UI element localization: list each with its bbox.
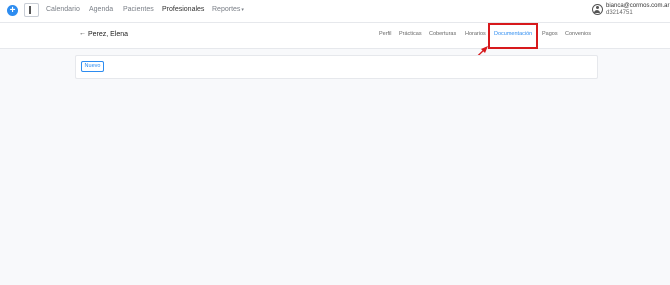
nav-item-reportes-label: Reportes [212, 6, 241, 13]
chevron-down-icon: ▾ [241, 7, 244, 13]
annotation-highlight-box [488, 23, 538, 49]
top-navigation-bar: + Calendario Agenda Pacientes Profesiona… [0, 0, 670, 23]
sidebar-toggle-bar [29, 6, 31, 14]
nav-item-reportes[interactable]: Reportes▾ [212, 5, 244, 15]
user-email: bianca@cormos.com.ar [606, 3, 670, 9]
tab-horarios[interactable]: Horarios [465, 31, 486, 37]
tab-perfil[interactable]: Perfil [379, 31, 392, 37]
user-avatar-icon[interactable] [592, 4, 603, 15]
professional-name: Perez, Elena [88, 31, 129, 38]
tab-practicas[interactable]: Prácticas [399, 31, 422, 37]
sidebar-toggle-icon[interactable] [24, 3, 39, 17]
add-button[interactable]: + [7, 5, 18, 16]
tab-pagos[interactable]: Pagos [542, 31, 558, 37]
tab-convenios[interactable]: Convenios [565, 31, 591, 37]
new-document-button[interactable]: Nuevo [81, 61, 104, 72]
nav-item-profesionales[interactable]: Profesionales [162, 5, 204, 15]
nav-item-calendario[interactable]: Calendario [46, 5, 80, 15]
user-id: d3214751 [606, 10, 633, 16]
documentation-card [75, 55, 598, 79]
nav-item-pacientes[interactable]: Pacientes [123, 5, 154, 15]
nav-item-agenda[interactable]: Agenda [89, 5, 113, 15]
tab-coberturas[interactable]: Coberturas [429, 31, 456, 37]
back-arrow-icon[interactable]: ← [79, 30, 86, 37]
